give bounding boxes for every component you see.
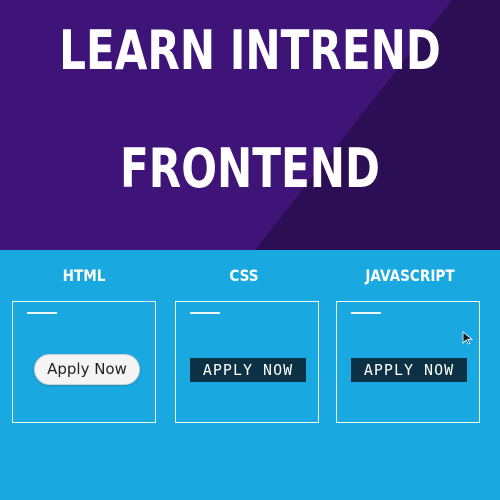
panel-dash xyxy=(351,312,381,314)
title-banner: LEARN INTREND FRONTEND xyxy=(0,0,500,250)
apply-now-button-html[interactable]: Apply Now xyxy=(34,354,140,385)
banner-title: LEARN INTREND FRONTEND xyxy=(55,14,445,202)
apply-now-button-css[interactable]: APPLY NOW xyxy=(190,358,306,382)
panel-dash xyxy=(190,312,220,314)
page: LEARN INTREND FRONTEND HTML Apply Now CS… xyxy=(0,0,500,500)
column-label-css: CSS xyxy=(229,266,259,285)
banner-title-line-1: LEARN INTREND xyxy=(59,19,441,82)
mouse-pointer-icon xyxy=(462,331,474,345)
column-label-html: HTML xyxy=(62,266,106,285)
button-demo-area: HTML Apply Now CSS APPLY NOW JAVASCRIPT … xyxy=(0,250,500,500)
panel-dash xyxy=(27,312,57,314)
demo-panel-javascript: APPLY NOW xyxy=(336,301,480,423)
banner-title-line-2: FRONTEND xyxy=(120,137,380,200)
apply-now-button-javascript[interactable]: APPLY NOW xyxy=(351,358,467,382)
demo-panel-css: APPLY NOW xyxy=(175,301,319,423)
demo-panel-html: Apply Now xyxy=(12,301,156,423)
column-label-javascript: JAVASCRIPT xyxy=(365,266,455,285)
